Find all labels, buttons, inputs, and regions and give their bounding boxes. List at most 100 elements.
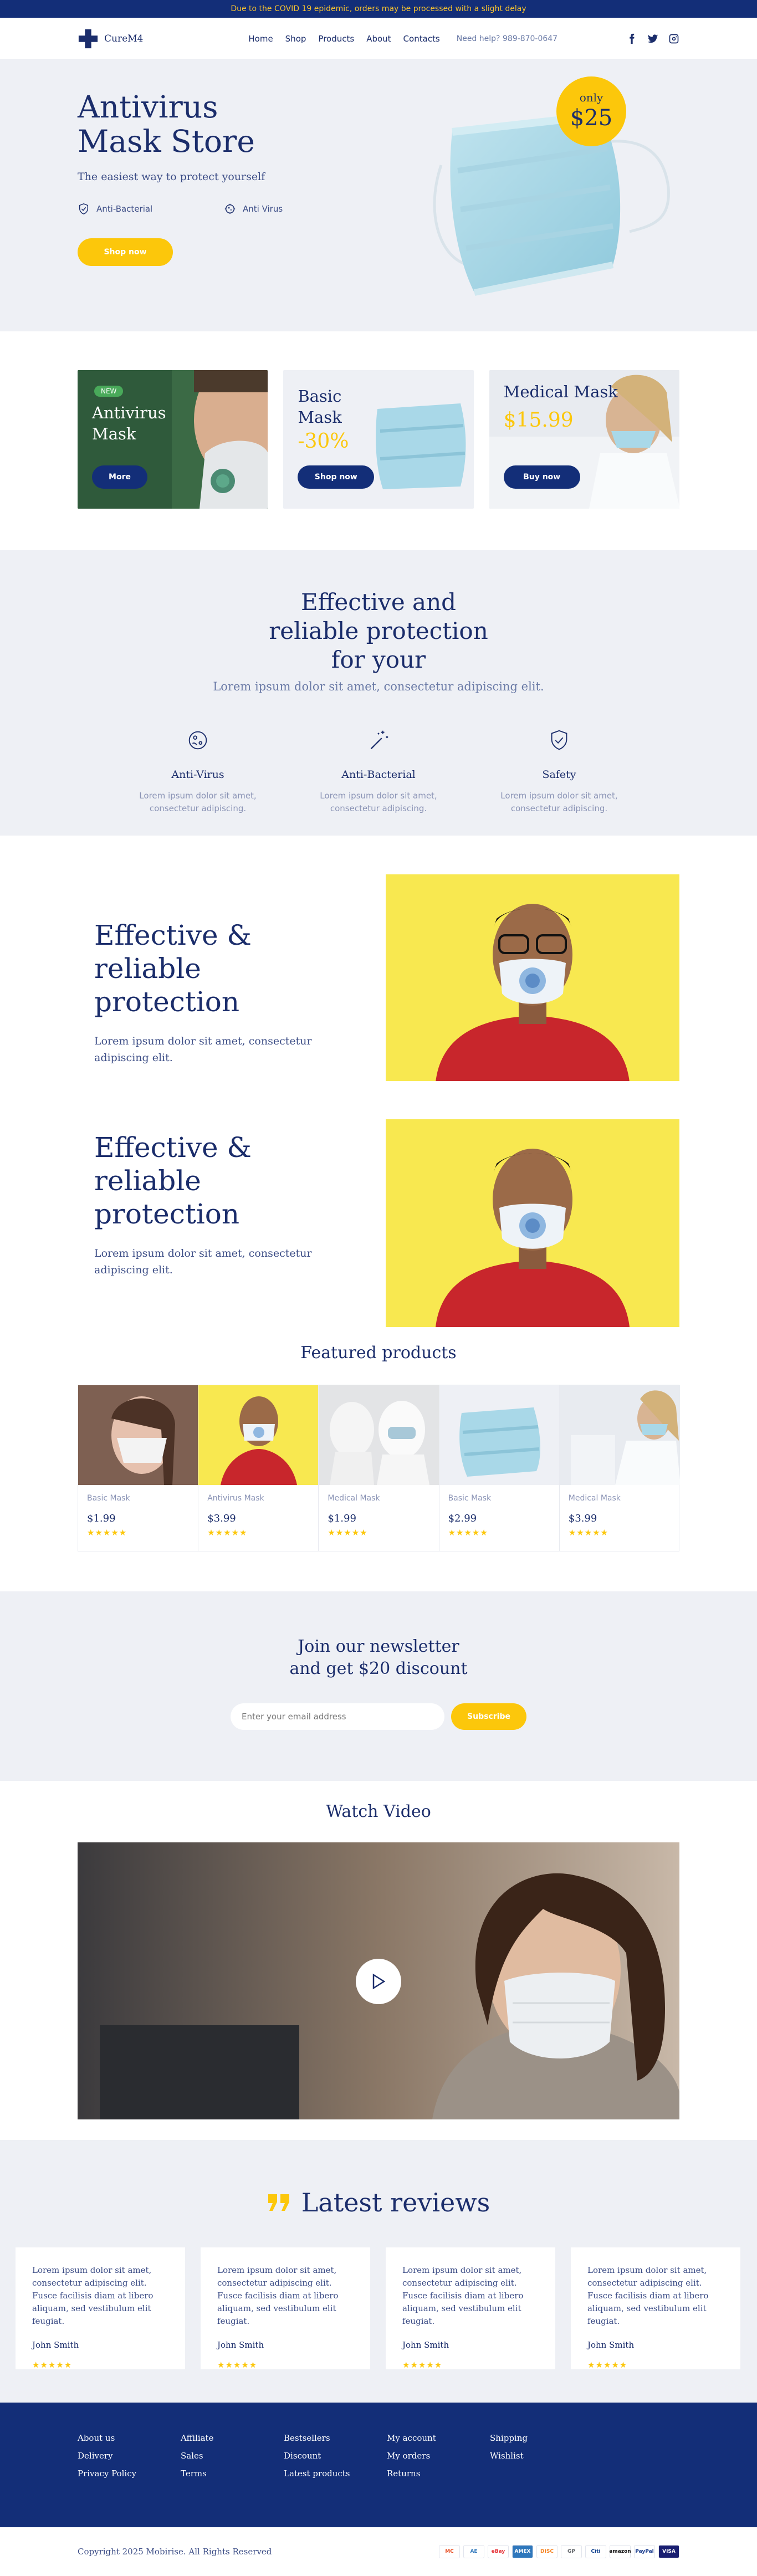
footer-column: Shipping Wishlist <box>490 2429 593 2482</box>
shield-icon <box>79 203 89 214</box>
review-card: Lorem ipsum dolor sit amet, consectetur … <box>386 2247 555 2370</box>
nav-contacts[interactable]: Contacts <box>403 34 440 44</box>
footer-link[interactable]: Terms <box>181 2465 284 2482</box>
protection-subtitle: Lorem ipsum dolor sit amet, consectetur … <box>213 680 544 693</box>
play-button[interactable] <box>356 1959 401 2004</box>
review-author: John Smith <box>587 2340 635 2350</box>
face-mask-image <box>433 111 670 296</box>
footer-link[interactable]: Shipping <box>490 2429 593 2447</box>
footer-link[interactable]: Delivery <box>78 2447 181 2465</box>
feature-label: Anti-Bacterial <box>96 204 153 214</box>
footer-link[interactable]: Bestsellers <box>284 2429 387 2447</box>
paypal-icon: PayPal <box>634 2545 655 2558</box>
social-links <box>626 33 679 44</box>
footer-link[interactable]: Affiliate <box>181 2429 284 2447</box>
footer-link[interactable]: Sales <box>181 2447 284 2465</box>
price-badge-label: only <box>579 91 603 104</box>
protection-section: Effective and reliable protection for yo… <box>0 550 757 836</box>
more-button[interactable]: More <box>92 465 147 489</box>
product-price: $2.99 <box>448 1513 477 1524</box>
logo[interactable]: CureM4 <box>78 28 143 49</box>
copyright-bar: Copyright 2025 Mobirise. All Rights Rese… <box>0 2527 757 2576</box>
nav-products[interactable]: Products <box>318 34 354 44</box>
footer-link[interactable]: Discount <box>284 2447 387 2465</box>
nav-shop[interactable]: Shop <box>285 34 306 44</box>
review-rating: ★★★★★ <box>217 2360 258 2370</box>
footer-link[interactable]: Wishlist <box>490 2447 593 2465</box>
amex-icon: AE <box>463 2545 484 2558</box>
subscribe-button[interactable]: Subscribe <box>451 1703 526 1730</box>
product-card[interactable]: Medical Mask $1.99 ★★★★★ <box>319 1385 439 1551</box>
product-rating: ★★★★★ <box>207 1528 248 1538</box>
new-badge: NEW <box>94 386 124 397</box>
product-card[interactable]: Antivirus Mask $3.99 ★★★★★ <box>198 1385 319 1551</box>
featured-title: Featured products <box>300 1343 457 1363</box>
shop-now-promo-button[interactable]: Shop now <box>298 465 375 489</box>
newsletter-section: Join our newsletter and get $20 discount… <box>0 1591 757 1781</box>
protection-title: Effective and reliable protection for yo… <box>269 588 488 673</box>
review-author: John Smith <box>217 2340 264 2350</box>
footer-link[interactable]: Privacy Policy <box>78 2465 181 2482</box>
footer-link[interactable]: About us <box>78 2429 181 2447</box>
product-rating: ★★★★★ <box>87 1528 127 1538</box>
amazon-icon: amazon <box>609 2545 631 2558</box>
twitter-icon[interactable] <box>647 33 658 44</box>
visa-icon: VISA <box>658 2545 679 2558</box>
email-input[interactable] <box>231 1703 444 1730</box>
product-rating: ★★★★★ <box>568 1528 608 1538</box>
product-name: Antivirus Mask <box>207 1494 264 1503</box>
promo-title: Basic Mask <box>298 387 342 427</box>
product-name: Medical Mask <box>328 1494 380 1503</box>
feature-row-title: Effective & reliable protection <box>94 1131 252 1230</box>
man-in-mask-photo <box>386 1119 679 1327</box>
promo-card-basic: Basic Mask -30% Shop now <box>283 370 474 509</box>
feature-row-1: Effective & reliable protection Lorem ip… <box>0 836 757 1082</box>
review-card: Lorem ipsum dolor sit amet, consectetur … <box>16 2247 185 2370</box>
protection-item-title: Anti-Bacterial <box>341 769 416 781</box>
footer-link[interactable]: My orders <box>387 2447 490 2465</box>
newsletter-title: Join our newsletter and get $20 discount <box>289 1637 468 1678</box>
product-card[interactable]: Basic Mask $1.99 ★★★★★ <box>78 1385 199 1551</box>
review-text: Lorem ipsum dolor sit amet, consectetur … <box>402 2265 524 2326</box>
feature-row-2: Effective & reliable protection Lorem ip… <box>0 1081 757 1327</box>
review-rating: ★★★★★ <box>32 2360 73 2370</box>
shield-check-icon <box>551 730 567 750</box>
nav-about[interactable]: About <box>366 34 391 44</box>
footer-column: Affiliate Sales Terms <box>181 2429 284 2482</box>
hero-section: Antivirus Mask Store The easiest way to … <box>0 60 757 331</box>
protection-item-anti-virus: Anti-Virus Lorem ipsum dolor sit amet, c… <box>124 728 272 815</box>
american-express-icon: AMEX <box>512 2545 533 2558</box>
feature-anti-virus: Anti Virus <box>224 203 283 215</box>
product-price: $1.99 <box>328 1513 356 1524</box>
price-badge: only $25 <box>556 76 626 146</box>
instagram-icon[interactable] <box>668 33 679 44</box>
footer-column: My account My orders Returns <box>387 2429 490 2482</box>
hero-title: Antivirus Mask Store <box>78 89 255 159</box>
footer-link[interactable]: My account <box>387 2429 490 2447</box>
facebook-icon[interactable] <box>626 33 637 44</box>
main-nav: Home Shop Products About Contacts <box>248 34 439 44</box>
protection-item-title: Anti-Virus <box>171 769 224 781</box>
man-in-mask-photo <box>386 874 679 1082</box>
protection-item-desc: Lorem ipsum dolor sit amet, consectetur … <box>320 791 437 813</box>
video-player[interactable] <box>78 1842 679 2119</box>
review-author: John Smith <box>32 2340 79 2350</box>
product-card[interactable]: Basic Mask $2.99 ★★★★★ <box>439 1385 560 1551</box>
help-phone[interactable]: Need help? 989-870-0647 <box>457 34 557 43</box>
promo-card-medical: Medical Mask $15.99 Buy now <box>489 370 679 509</box>
payment-methods: MC AE eBay AMEX DISC GP Citi amazon PayP… <box>439 2545 679 2558</box>
product-price: $1.99 <box>87 1513 116 1524</box>
footer-link[interactable]: Returns <box>387 2465 490 2482</box>
nav-home[interactable]: Home <box>248 34 273 44</box>
protection-item-desc: Lorem ipsum dolor sit amet, consectetur … <box>139 791 257 813</box>
product-name: Medical Mask <box>568 1494 621 1503</box>
footer-link[interactable]: Latest products <box>284 2465 387 2482</box>
buy-now-button[interactable]: Buy now <box>503 465 580 489</box>
product-card[interactable]: Medical Mask $3.99 ★★★★★ <box>559 1385 680 1551</box>
protection-item-desc: Lorem ipsum dolor sit amet, consectetur … <box>500 791 618 813</box>
product-image <box>439 1385 559 1485</box>
product-image <box>198 1385 319 1485</box>
medical-cross-icon <box>78 29 98 49</box>
product-price: $3.99 <box>568 1513 597 1524</box>
shop-now-button[interactable]: Shop now <box>78 238 173 266</box>
